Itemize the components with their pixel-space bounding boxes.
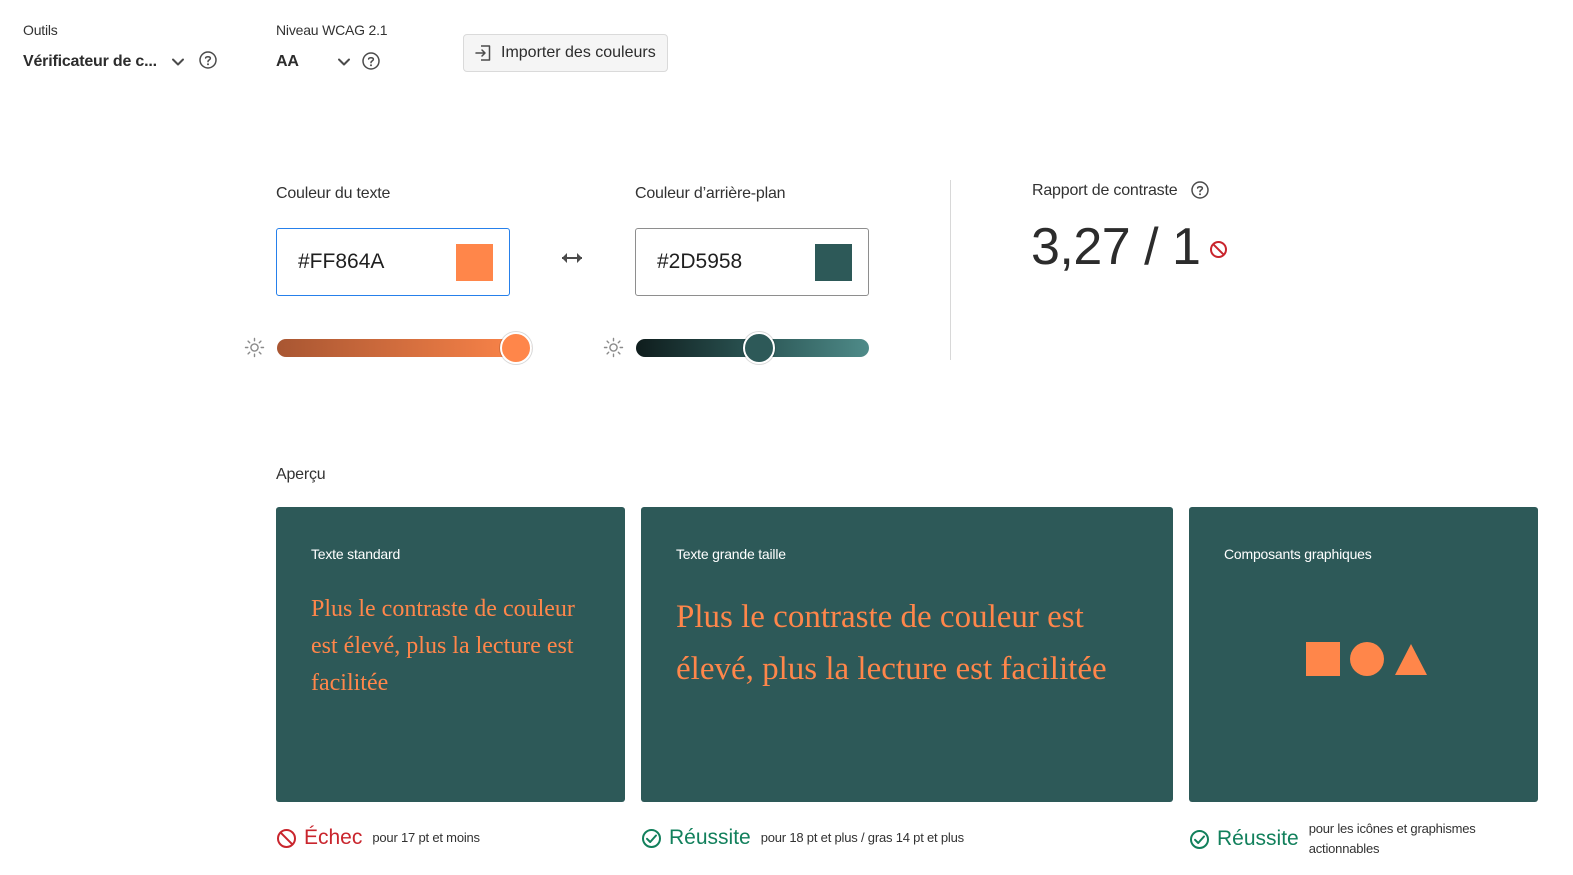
sun-icon bbox=[244, 337, 265, 358]
square-shape bbox=[1306, 642, 1340, 676]
tools-label: Outils bbox=[23, 22, 58, 38]
text-color-hex: #FF864A bbox=[298, 250, 385, 273]
question-circle-icon[interactable] bbox=[1191, 181, 1209, 199]
result-standard-text: Échec pour 17 pt et moins bbox=[276, 825, 480, 851]
background-color-label: Couleur d’arrière-plan bbox=[635, 185, 786, 202]
wcag-label: Niveau WCAG 2.1 bbox=[276, 22, 388, 38]
background-color-field[interactable]: #2D5958 bbox=[635, 228, 869, 296]
chevron-down-icon bbox=[172, 58, 184, 66]
result-status: Réussite bbox=[1217, 827, 1299, 850]
preview-card-standard-text: Texte standard Plus le contraste de coul… bbox=[276, 507, 625, 802]
result-note: pour 17 pt et moins bbox=[372, 830, 480, 845]
text-color-swatch[interactable] bbox=[456, 244, 493, 281]
background-brightness-slider[interactable] bbox=[636, 332, 869, 364]
result-large-text: Réussite pour 18 pt et plus / gras 14 pt… bbox=[641, 825, 964, 851]
import-icon bbox=[475, 45, 491, 61]
triangle-shape bbox=[1395, 644, 1427, 675]
no-entry-icon bbox=[1210, 241, 1227, 258]
preview-label: Aperçu bbox=[276, 466, 326, 483]
import-colors-button[interactable]: Importer des couleurs bbox=[463, 34, 668, 72]
background-brightness-handle[interactable] bbox=[742, 332, 775, 364]
text-color-label: Couleur du texte bbox=[276, 185, 391, 202]
wcag-picker-value: AA bbox=[276, 53, 299, 70]
result-graphic-components: Réussite pour les icônes et graphismes a… bbox=[1189, 820, 1494, 858]
question-circle-icon[interactable] bbox=[362, 52, 380, 70]
text-brightness-slider[interactable] bbox=[277, 332, 532, 364]
vertical-divider bbox=[950, 180, 951, 360]
preview-card-large-text: Texte grande taille Plus le contraste de… bbox=[641, 507, 1173, 802]
preview-card-graphic-components: Composants graphiques bbox=[1189, 507, 1538, 802]
card-title: Texte standard bbox=[311, 546, 401, 562]
wcag-picker[interactable]: AA bbox=[276, 50, 356, 74]
result-note: pour 18 pt et plus / gras 14 pt et plus bbox=[760, 830, 964, 845]
result-note: pour les icônes et graphismes actionnabl… bbox=[1308, 821, 1476, 856]
no-entry-icon bbox=[277, 828, 296, 848]
swap-arrows-icon[interactable] bbox=[559, 249, 585, 267]
contrast-ratio-value: 3,27 / 1 bbox=[1031, 218, 1201, 276]
text-color-field[interactable]: #FF864A bbox=[276, 228, 510, 296]
check-circle-icon bbox=[1190, 829, 1209, 849]
background-color-swatch[interactable] bbox=[815, 244, 852, 281]
sample-text: Plus le contraste de couleur est élevé, … bbox=[676, 599, 1107, 687]
card-title: Composants graphiques bbox=[1224, 546, 1372, 562]
text-brightness-handle[interactable] bbox=[500, 332, 532, 364]
result-status: Échec bbox=[304, 826, 363, 849]
tools-picker[interactable]: Vérificateur de c... bbox=[23, 50, 193, 74]
sun-icon bbox=[603, 337, 624, 358]
contrast-ratio-label: Rapport de contraste bbox=[1032, 182, 1178, 199]
chevron-down-icon bbox=[338, 58, 350, 66]
card-title: Texte grande taille bbox=[676, 546, 786, 562]
circle-shape bbox=[1350, 642, 1384, 676]
check-circle-icon bbox=[642, 828, 661, 848]
tools-picker-value: Vérificateur de c... bbox=[23, 53, 157, 70]
text-brightness-track bbox=[277, 339, 532, 357]
background-color-hex: #2D5958 bbox=[657, 250, 743, 273]
question-circle-icon[interactable] bbox=[199, 51, 217, 69]
result-status: Réussite bbox=[669, 826, 751, 849]
import-colors-label: Importer des couleurs bbox=[501, 44, 656, 61]
sample-text: Plus le contraste de couleur est élevé, … bbox=[311, 596, 575, 696]
